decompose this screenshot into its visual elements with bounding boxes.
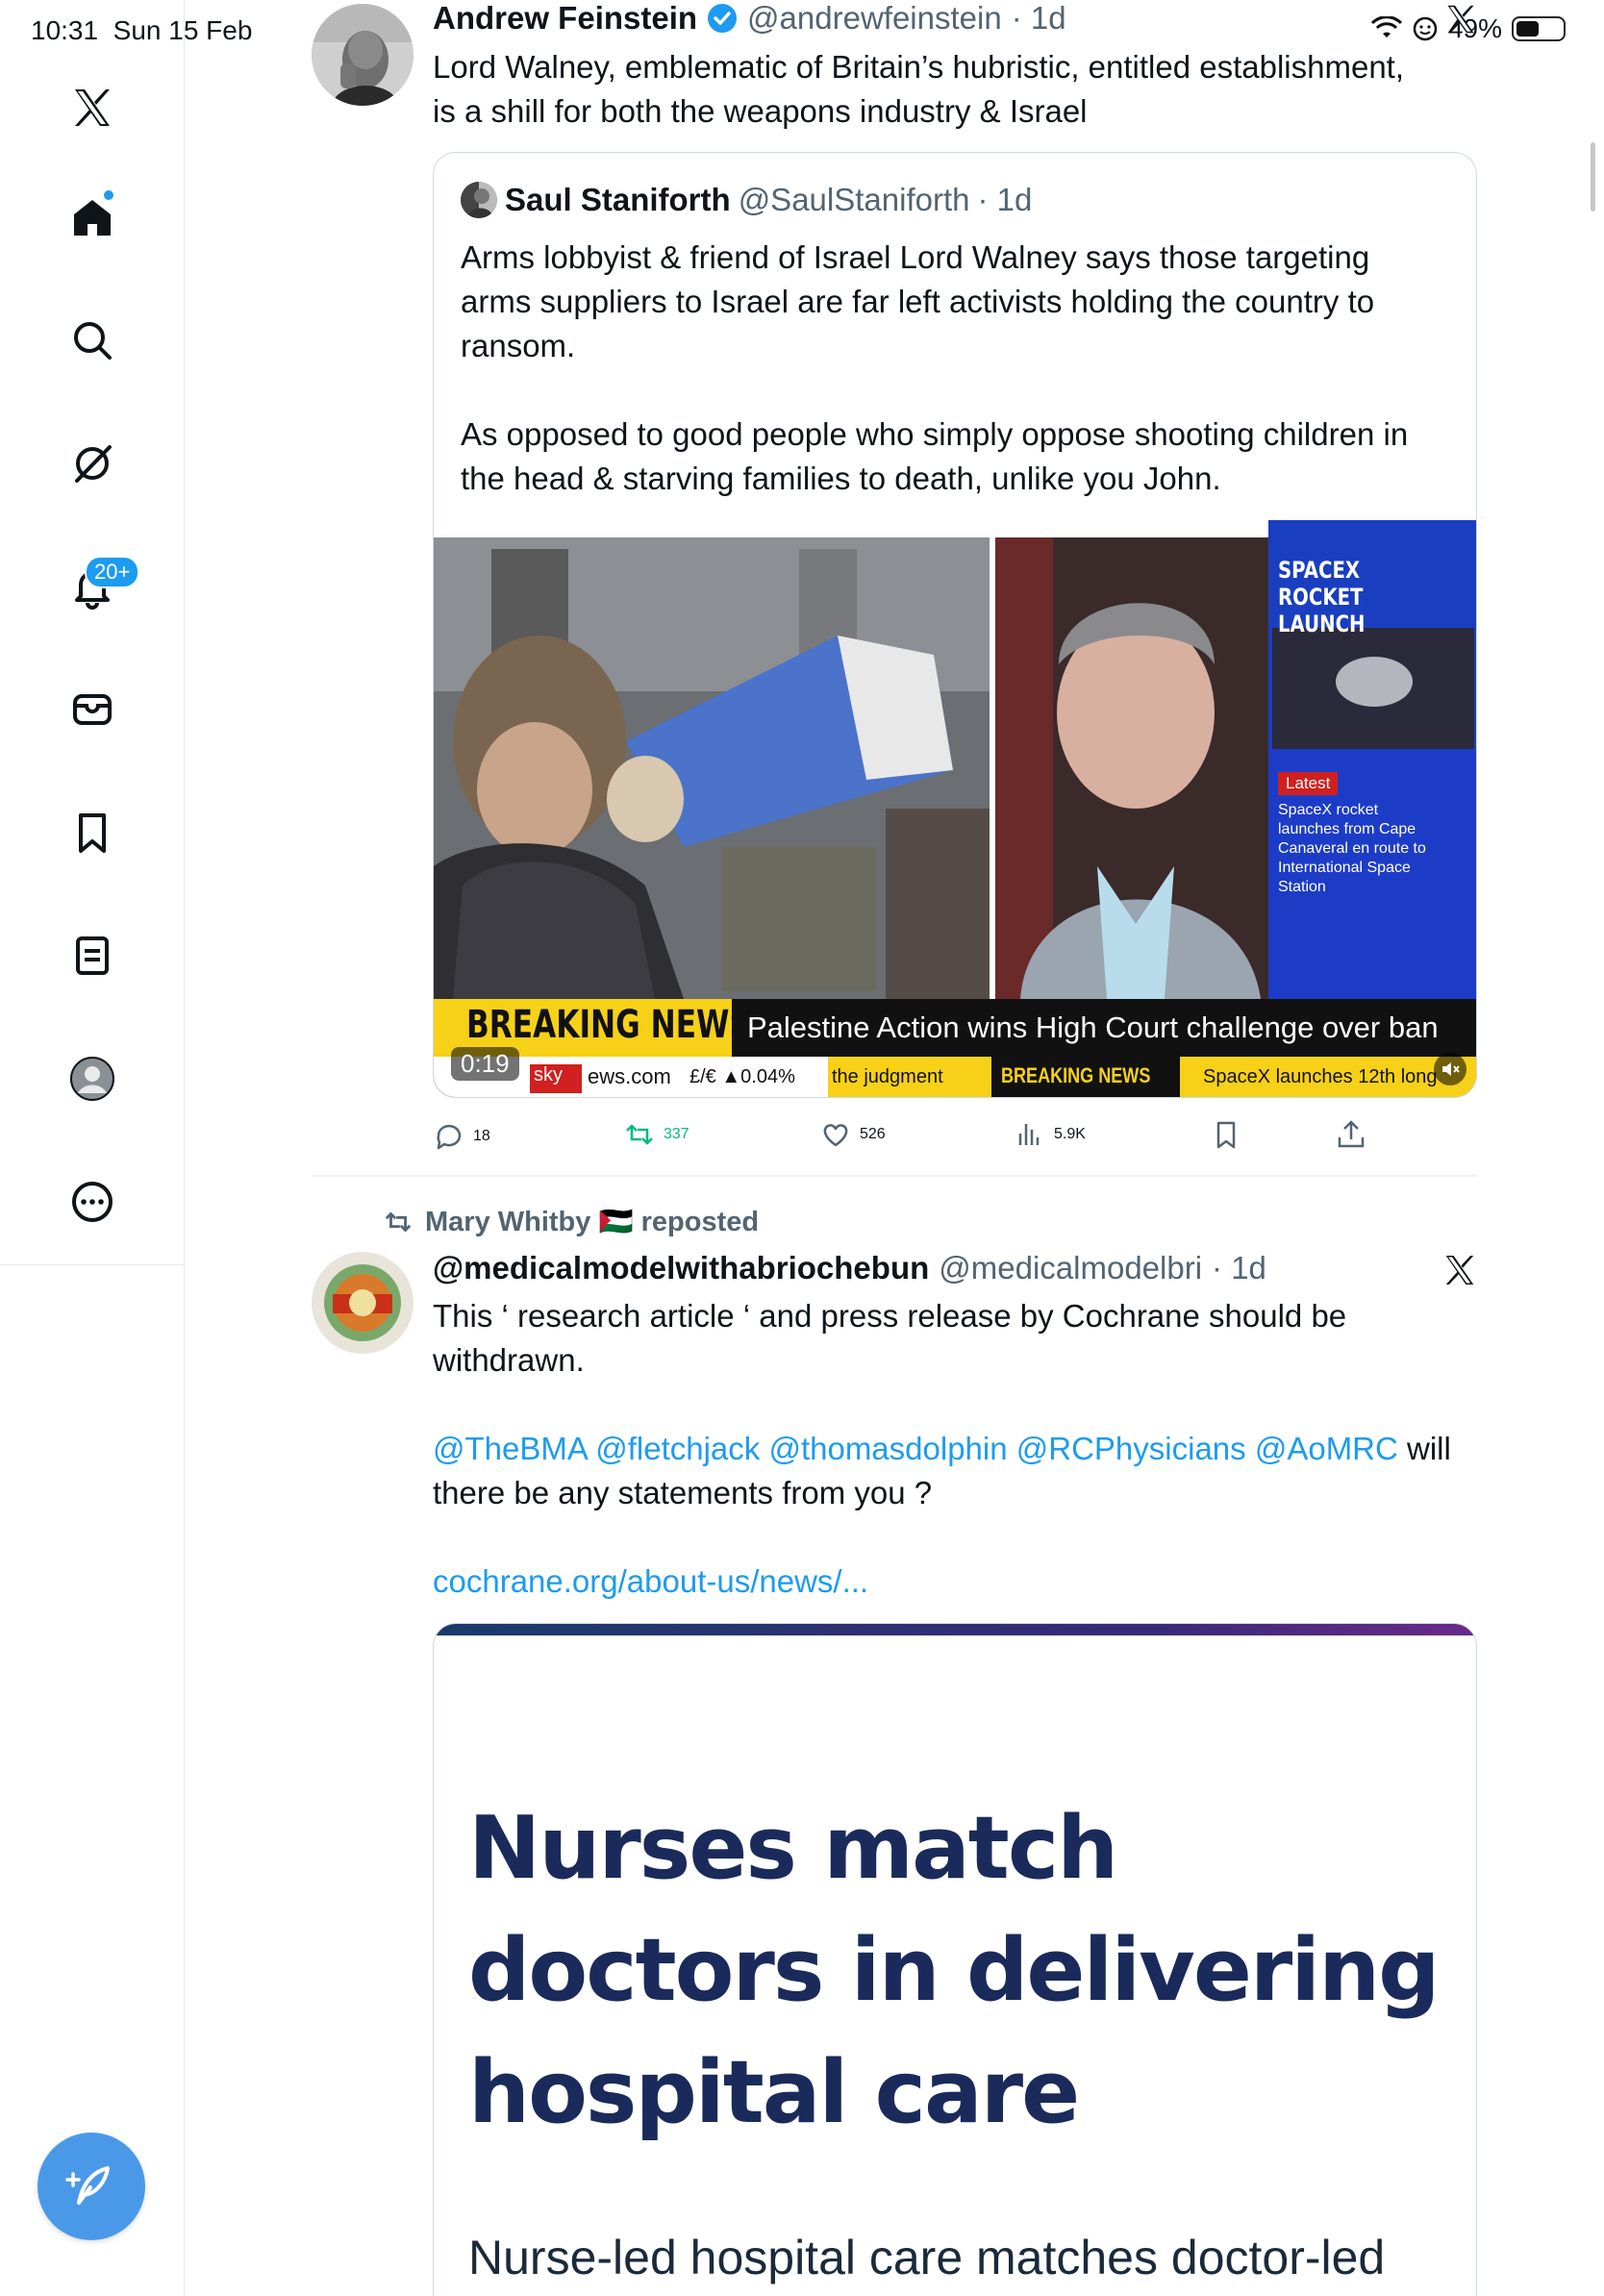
ticker-site: ews.com <box>588 1064 671 1088</box>
tweet-time[interactable]: · 1d <box>1012 0 1066 37</box>
view-count: 5.9K <box>1054 1126 1086 1142</box>
focus-icon <box>1413 16 1438 41</box>
compose-icon <box>65 2166 110 2205</box>
search-icon[interactable] <box>54 302 131 379</box>
repost-icon <box>385 1211 412 1233</box>
like-count: 526 <box>860 1126 886 1142</box>
author-name[interactable]: @medicalmodelwithabriochebun <box>433 1250 929 1286</box>
share-icon <box>1338 1120 1365 1148</box>
home-icon[interactable] <box>54 179 131 256</box>
repost-context: Mary Whitby 🇵🇸 reposted <box>383 1206 759 1238</box>
views-button[interactable]: 5.9K <box>1014 1118 1086 1151</box>
ticker-fx: £/€ ▲0.04% <box>689 1066 795 1087</box>
views-icon <box>1018 1124 1040 1145</box>
ticker-judgment: the judgment <box>832 1066 943 1087</box>
tweet-question-text: there be any statements from you ? <box>433 1475 933 1510</box>
avatar[interactable] <box>312 1252 414 1354</box>
author-handle[interactable]: @andrewfeinstein <box>747 0 1002 37</box>
grok-x-icon[interactable] <box>1441 1252 1478 1288</box>
latest-text: SpaceX rocket launches from Cape Canaver… <box>1278 802 1426 895</box>
latest-label: Latest <box>1278 772 1339 795</box>
avatar[interactable] <box>312 4 414 106</box>
like-button[interactable]: 526 <box>819 1118 886 1151</box>
reply-icon <box>437 1124 462 1150</box>
lists-icon[interactable] <box>54 917 131 994</box>
repost-count: 337 <box>664 1126 689 1142</box>
tweet-mentions-text: @TheBMA @fletchjack @thomasdolphin @RCPh… <box>433 1427 1481 1471</box>
external-link[interactable]: cochrane.org/about-us/news/... <box>433 1560 1481 1604</box>
ticker-spacex: SpaceX launches 12th long <box>1203 1066 1438 1087</box>
reply-count: 18 <box>473 1128 490 1144</box>
breaking-headline: Palestine Action wins High Court challen… <box>747 1011 1439 1044</box>
side-header: SPACEX ROCKET LAUNCH <box>1278 557 1366 637</box>
quote-time: · 1d <box>977 182 1033 217</box>
grok-icon[interactable] <box>54 425 131 502</box>
battery-icon <box>1512 16 1566 41</box>
sidebar: 20+ <box>0 0 185 2296</box>
link-card[interactable]: Nurses match doctors in delivering hospi… <box>433 1623 1477 2296</box>
tweet-text: Lord Walney, emblematic of Britain’s hub… <box>433 49 1405 129</box>
sidebar-divider <box>0 1264 185 1265</box>
card-accent-bar <box>434 1624 1476 1635</box>
notifications-badge: 20+ <box>85 556 140 588</box>
quoted-tweet[interactable]: Saul Staniforth @SaulStaniforth · 1d Arm… <box>433 152 1477 1098</box>
tweet-divider <box>312 1175 1477 1177</box>
ticker-breaking: BREAKING NEWS <box>1001 1063 1151 1087</box>
share-button[interactable] <box>1335 1118 1367 1151</box>
mentions-links[interactable]: @TheBMA @fletchjack @thomasdolphin @RCPh… <box>433 1431 1398 1466</box>
tweet-text: This ‘ research article ‘ and press rele… <box>433 1298 1347 1378</box>
bookmarks-icon[interactable] <box>54 794 131 871</box>
video-duration: 0:19 <box>451 1047 519 1081</box>
scroll-indicator[interactable] <box>1591 142 1595 212</box>
video-player[interactable]: SPACEX ROCKET LAUNCH Latest SpaceX rocke… <box>434 520 1476 1097</box>
reply-button[interactable]: 18 <box>433 1120 490 1153</box>
tweet-time[interactable]: · 1d <box>1212 1250 1266 1286</box>
tweet-text-continued: will <box>1397 1431 1451 1466</box>
card-headline: Nurses match doctors in delivering hospi… <box>468 1798 1441 2143</box>
grok-x-icon[interactable] <box>1443 2 1478 37</box>
compose-button[interactable] <box>38 2133 145 2240</box>
bookmark-button[interactable] <box>1210 1118 1242 1151</box>
quote-text: Arms lobbyist & friend of Israel Lord Wa… <box>461 239 1409 496</box>
mute-icon[interactable] <box>1434 1053 1466 1086</box>
messages-icon[interactable] <box>54 671 131 748</box>
profile-icon[interactable] <box>54 1040 131 1117</box>
breaking-news-label: BREAKING NEWS <box>466 1003 751 1047</box>
repost-icon <box>626 1124 653 1145</box>
quote-header: Saul Staniforth @SaulStaniforth · 1d <box>461 182 1032 218</box>
heart-icon <box>823 1124 848 1147</box>
card-subhead: Nurse-led hospital care matches doctor-l… <box>468 2231 1386 2284</box>
ticker-sky: sky <box>534 1064 563 1086</box>
more-icon[interactable] <box>54 1163 131 1240</box>
repost-button[interactable]: 337 <box>623 1118 689 1151</box>
reposted-by[interactable]: Mary Whitby 🇵🇸 reposted <box>425 1206 759 1238</box>
home-notification-dot <box>102 188 115 202</box>
bookmark-icon <box>1216 1121 1236 1149</box>
x-logo-icon[interactable] <box>54 69 131 146</box>
verified-badge-icon <box>708 4 738 33</box>
author-name[interactable]: Andrew Feinstein <box>433 0 697 37</box>
quote-author-handle[interactable]: @SaulStaniforth <box>739 182 970 218</box>
tweet-header: Andrew Feinstein @andrewfeinstein · 1d <box>433 0 1066 37</box>
author-handle[interactable]: @medicalmodelbri <box>939 1250 1202 1286</box>
wifi-icon <box>1370 16 1402 37</box>
tweet-header: @medicalmodelwithabriochebun @medicalmod… <box>433 1250 1266 1286</box>
quote-avatar[interactable] <box>461 182 497 218</box>
quote-author-name[interactable]: Saul Staniforth <box>505 182 731 218</box>
